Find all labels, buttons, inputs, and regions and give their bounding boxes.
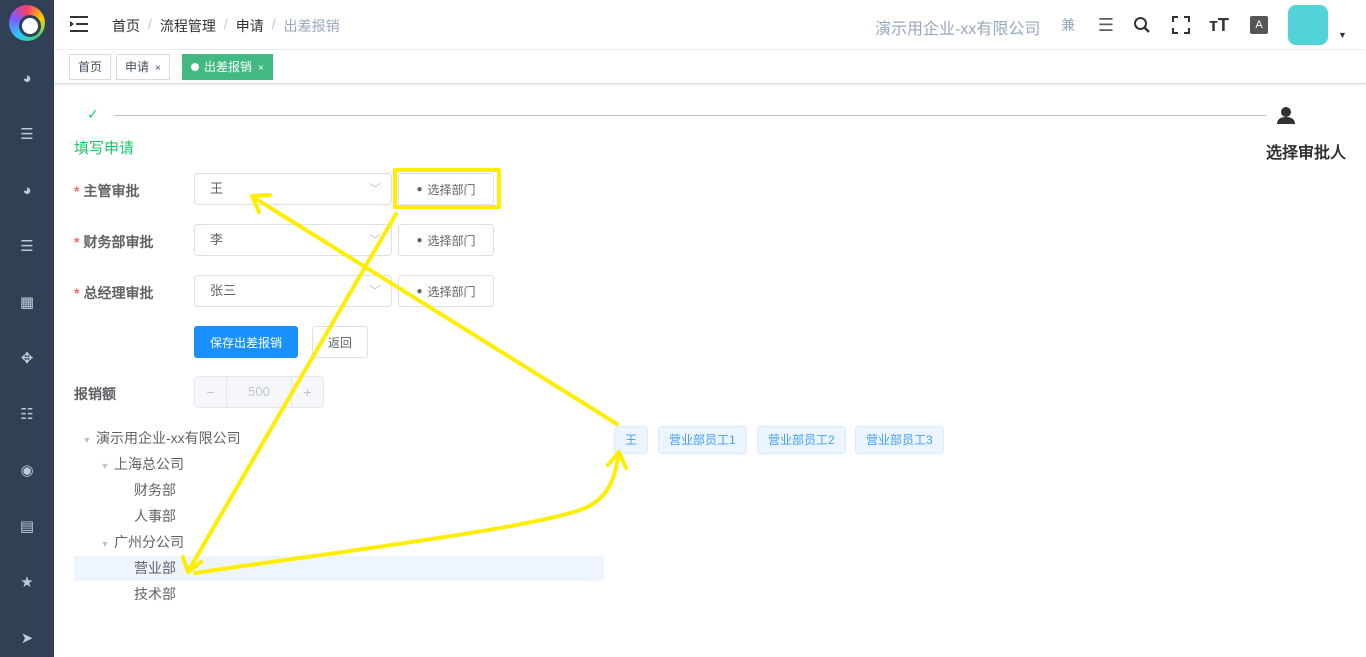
tree-node-hr[interactable]: 人事部	[134, 503, 176, 529]
step-select-approver: 选择审批人	[1266, 145, 1347, 162]
finance-select[interactable]: 李 ﹀	[194, 224, 392, 256]
tree-node-tech[interactable]: 技术部	[134, 581, 176, 607]
top-navbar: 首页 / 流程管理 / 申请 / 出差报销 演示用企业-xx有限公司 兼 ☰ т…	[54, 0, 1366, 50]
caret-down-icon[interactable]: ▼	[1338, 30, 1347, 40]
employee-chip[interactable]: 营业部员工3	[855, 426, 944, 454]
search-icon[interactable]	[1130, 13, 1154, 37]
list-icon[interactable]: ☰	[0, 234, 54, 258]
select-dept-button[interactable]: ● 选择部门	[398, 275, 494, 307]
tree-node-shanghai[interactable]: ▼ 上海总公司	[96, 451, 184, 477]
button-label: 选择部门	[427, 182, 476, 197]
button-label: 选择部门	[427, 284, 476, 299]
list-icon[interactable]: ☰	[0, 122, 54, 146]
select-dept-button[interactable]: ● 选择部门	[398, 173, 494, 205]
caret-down-icon[interactable]: ▼	[78, 427, 96, 453]
finance-label: * 财务部审批	[74, 232, 153, 252]
chevron-down-icon: ﹀	[368, 233, 381, 247]
send-icon[interactable]: ➤	[0, 626, 54, 650]
close-icon[interactable]: ×	[155, 63, 161, 74]
jian-label[interactable]: 兼	[1056, 13, 1080, 37]
menu-list-icon[interactable]: ☰	[1094, 13, 1118, 37]
breadcrumb-separator: /	[271, 16, 276, 32]
breadcrumb-apply[interactable]: 申请	[236, 16, 264, 36]
gm-select[interactable]: 张三 ﹀	[194, 275, 392, 307]
breadcrumb-home[interactable]: 首页	[112, 16, 140, 36]
breadcrumb-separator: /	[148, 16, 152, 32]
required-mark: *	[74, 183, 80, 199]
user-icon: ●	[416, 285, 423, 297]
star-icon[interactable]: ★	[0, 570, 54, 594]
save-button[interactable]: 保存出差报销	[194, 326, 298, 358]
user-icon: ●	[416, 183, 423, 195]
translate-icon[interactable]: A	[1247, 13, 1271, 37]
select-value: 张三	[210, 283, 237, 298]
user-icon	[1275, 105, 1297, 127]
tree-node-root[interactable]: ▼ 演示用企业-xx有限公司	[78, 425, 241, 451]
steps-line	[114, 115, 1266, 116]
decrement-button[interactable]: −	[195, 377, 227, 407]
breadcrumb-current: 出差报销	[283, 18, 340, 34]
tree-node-guangzhou[interactable]: ▼ 广州分公司	[96, 529, 184, 555]
dashboard-icon[interactable]: ◕	[0, 66, 54, 90]
manager-select[interactable]: 王 ﹀	[194, 173, 392, 205]
tag-label: 出差报销	[204, 60, 253, 74]
tree-node-finance[interactable]: 财务部	[134, 477, 176, 503]
chevron-down-icon: ﹀	[368, 182, 381, 196]
button-label: 选择部门	[427, 233, 476, 248]
logo	[9, 5, 45, 41]
label-text: 主管审批	[83, 183, 140, 199]
amount-value[interactable]: 500	[227, 377, 291, 407]
select-dept-button[interactable]: ● 选择部门	[398, 224, 494, 256]
fullscreen-icon[interactable]	[1169, 13, 1193, 37]
grid-icon[interactable]: ▦	[0, 290, 54, 314]
eye-icon[interactable]: ◉	[0, 458, 54, 482]
increment-button[interactable]: +	[291, 377, 323, 407]
sidebar: ◕ ☰ ◕ ☰ ▦ ✥ ☷ ◉ ▤ ★ ➤	[0, 0, 54, 657]
breadcrumb-process[interactable]: 流程管理	[160, 16, 216, 36]
gm-label: * 总经理审批	[74, 283, 153, 303]
active-dot-icon	[191, 63, 199, 71]
select-value: 王	[210, 181, 224, 196]
employee-chip[interactable]: 营业部员工1	[658, 426, 747, 454]
tag-apply[interactable]: 申请 ×	[116, 54, 170, 80]
tree-label: 上海总公司	[114, 456, 184, 472]
tags-view: 首页 申请 × 出差报销 ×	[54, 50, 1366, 84]
tree-label: 广州分公司	[114, 534, 184, 550]
employee-chip[interactable]: 营业部员工2	[757, 426, 846, 454]
select-value: 李	[210, 232, 224, 247]
amount-label: 报销额	[74, 386, 116, 402]
required-mark: *	[74, 285, 80, 301]
required-mark: *	[74, 234, 80, 250]
target-icon[interactable]: ✥	[0, 346, 54, 370]
caret-down-icon[interactable]: ▼	[96, 531, 114, 557]
close-icon[interactable]: ×	[258, 63, 264, 74]
manager-label: * 主管审批	[74, 181, 139, 201]
tree-label: 演示用企业-xx有限公司	[96, 430, 241, 446]
user-icon: ●	[416, 234, 423, 246]
tag-travel-expense[interactable]: 出差报销 ×	[182, 54, 273, 80]
label-text: 总经理审批	[83, 285, 154, 301]
breadcrumb-separator: /	[223, 16, 228, 32]
back-button[interactable]: 返回	[312, 326, 368, 358]
step-fill-application: 填写申请	[74, 140, 135, 157]
hamburger-icon[interactable]	[70, 16, 88, 32]
caret-down-icon[interactable]: ▼	[96, 453, 114, 479]
tree-node-sales[interactable]: 营业部	[134, 555, 176, 581]
breadcrumb: 首页 / 流程管理 / 申请 / 出差报销	[112, 16, 340, 36]
check-icon: ✓	[87, 106, 99, 122]
tag-label: 首页	[78, 60, 103, 74]
font-size-icon[interactable]: тT	[1207, 13, 1231, 37]
company-name: 演示用企业-xx有限公司	[875, 21, 1041, 38]
tag-home[interactable]: 首页	[69, 54, 112, 80]
employee-chip[interactable]: 王	[614, 426, 649, 454]
arrow-head	[606, 450, 628, 470]
table-icon[interactable]: ▤	[0, 514, 54, 538]
tree-list-icon[interactable]: ☷	[0, 402, 54, 426]
avatar[interactable]	[1288, 5, 1328, 45]
amount-stepper[interactable]: − 500 +	[194, 376, 324, 408]
tag-label: 申请	[125, 60, 150, 74]
dashboard-icon[interactable]: ◕	[0, 178, 54, 202]
chevron-down-icon: ﹀	[368, 284, 381, 298]
label-text: 财务部审批	[83, 234, 154, 250]
